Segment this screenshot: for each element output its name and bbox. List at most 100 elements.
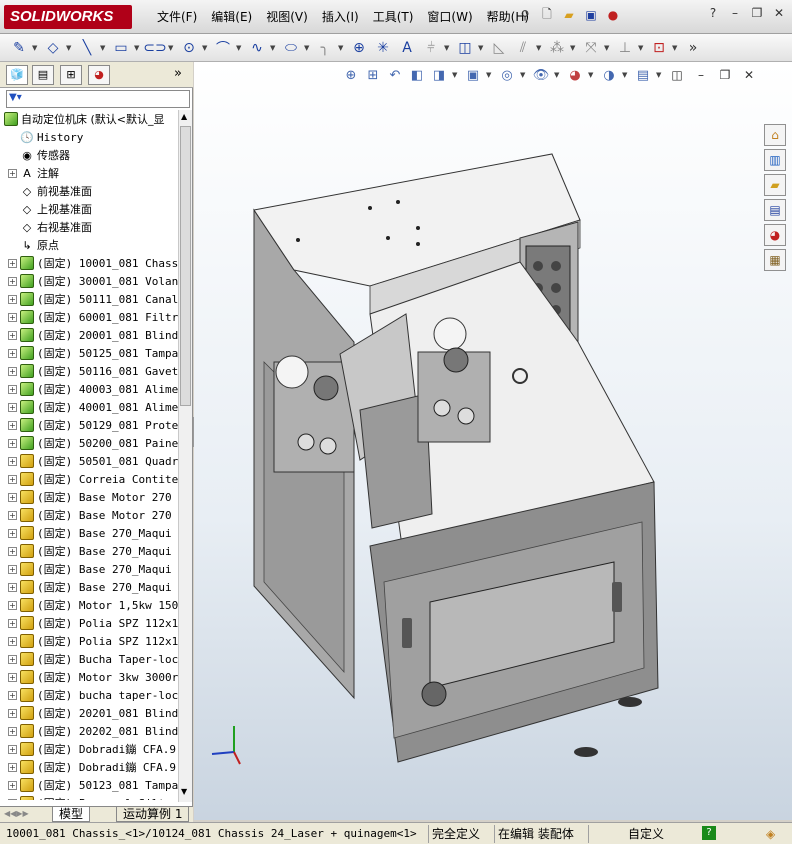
tree-item[interactable]: + (固定) Base 270_Maqui	[0, 578, 178, 596]
menu-edit[interactable]: 编辑(E)	[204, 8, 259, 26]
tree-item[interactable]: + (固定) 50111_081 Canal	[0, 290, 178, 308]
chevron-down-icon[interactable]: ▼	[338, 44, 346, 52]
expand-icon[interactable]: +	[8, 456, 17, 466]
smart-dimension-icon[interactable]: ◇	[42, 37, 64, 59]
chevron-down-icon[interactable]: ▼	[66, 44, 74, 52]
expand-icon[interactable]: +	[8, 312, 17, 322]
expand-icon[interactable]: +	[8, 258, 17, 268]
view-palette-icon[interactable]: ▤	[764, 199, 786, 221]
tree-item[interactable]: + (固定) P......l Silt	[0, 794, 178, 800]
feature-tree-tab-icon[interactable]: 🧊	[6, 65, 28, 85]
tree-scrollbar[interactable]: ▲ ▼	[178, 110, 192, 802]
expand-icon[interactable]: +	[8, 582, 17, 592]
expand-icon[interactable]: +	[8, 294, 17, 304]
scroll-down-icon[interactable]: ▼	[181, 787, 187, 796]
tree-item[interactable]: + (固定) Dobradi鏰 CFA.9	[0, 758, 178, 776]
more-tools-icon[interactable]: »	[682, 37, 704, 59]
trim-icon[interactable]: ⫩	[420, 37, 442, 59]
offset-icon[interactable]: ◺	[488, 37, 510, 59]
chevron-down-icon[interactable]: ▼	[134, 44, 142, 52]
scroll-thumb[interactable]	[180, 126, 191, 406]
status-custom-units[interactable]: 自定义	[628, 826, 664, 842]
expand-icon[interactable]: +	[8, 654, 17, 664]
move-entities-icon[interactable]: ⤧	[580, 37, 602, 59]
text-icon[interactable]: A	[396, 37, 418, 59]
tree-item[interactable]: + (固定) Bucha Taper-lock	[0, 650, 178, 668]
expand-icon[interactable]: +	[8, 438, 17, 448]
property-manager-tab-icon[interactable]: ▤	[32, 65, 54, 85]
expand-icon[interactable]: +	[8, 564, 17, 574]
open-icon[interactable]: ▰	[560, 6, 578, 24]
expand-icon[interactable]: +	[8, 690, 17, 700]
expand-icon[interactable]: +	[8, 330, 17, 340]
expand-icon[interactable]: +	[8, 726, 17, 736]
traffic-light-icon[interactable]: ●	[604, 6, 622, 24]
tree-item[interactable]: + (固定) 20202_081 Blind	[0, 722, 178, 740]
chevron-down-icon[interactable]: ▼	[672, 44, 680, 52]
expand-icon[interactable]: +	[8, 600, 17, 610]
tree-item[interactable]: + (固定) 50125_081 Tampa	[0, 344, 178, 362]
custom-properties-icon[interactable]: ▦	[764, 249, 786, 271]
save-icon[interactable]: ▣	[582, 6, 600, 24]
tree-root[interactable]: 自动定位机床 (默认<默认_显	[0, 110, 178, 128]
mirror-icon[interactable]: ⫽	[512, 37, 534, 59]
chevron-down-icon[interactable]: ▼	[270, 44, 278, 52]
file-explorer-icon[interactable]: ▰	[764, 174, 786, 196]
sketch-icon[interactable]: ✎	[8, 37, 30, 59]
tree-item[interactable]: + (固定) 50501_081 Quadr	[0, 452, 178, 470]
expand-icon[interactable]: +	[8, 636, 17, 646]
tree-item[interactable]: + (固定) Motor 3kw 3000rp	[0, 668, 178, 686]
centerline-icon[interactable]: ✳	[372, 37, 394, 59]
expand-icon[interactable]: +	[8, 744, 17, 754]
arc-icon[interactable]: ⌒	[212, 37, 234, 59]
tree-item[interactable]: + (固定) Base Motor 270	[0, 506, 178, 524]
home-icon[interactable]: ⌂	[764, 124, 786, 146]
tab-scroll-icon[interactable]: ◀◀▶▶	[4, 809, 29, 818]
chevron-down-icon[interactable]: ▼	[100, 44, 108, 52]
rectangle-icon[interactable]: ▭	[110, 37, 132, 59]
relations-icon[interactable]: ⊥	[614, 37, 636, 59]
tree-item[interactable]: + (固定) bucha taper-lock	[0, 686, 178, 704]
expand-icon[interactable]: +	[8, 276, 17, 286]
expand-icon[interactable]: +	[8, 492, 17, 502]
chevron-down-icon[interactable]: ▼	[444, 44, 452, 52]
tree-item[interactable]: + (固定) Base 270_Maqui	[0, 542, 178, 560]
spline-icon[interactable]: ∿	[246, 37, 268, 59]
chevron-down-icon[interactable]: ▼	[168, 44, 176, 52]
tree-item[interactable]: 🕓 History	[0, 128, 178, 146]
chevron-down-icon[interactable]: ▼	[32, 44, 40, 52]
tree-item[interactable]: + (固定) 50123_081 Tampa	[0, 776, 178, 794]
expand-icon[interactable]: +	[8, 474, 17, 484]
tree-item[interactable]: + (固定) Correia Contite	[0, 470, 178, 488]
tree-item[interactable]: ↳ 原点	[0, 236, 178, 254]
circle-icon[interactable]: ⊙	[178, 37, 200, 59]
minimize-icon[interactable]: –	[728, 6, 742, 20]
chevron-down-icon[interactable]: ▼	[638, 44, 646, 52]
menu-file[interactable]: 文件(F)	[150, 8, 204, 26]
tree-item[interactable]: + (固定) Base Motor 270	[0, 488, 178, 506]
design-library-icon[interactable]: ▥	[764, 149, 786, 171]
display-manager-tab-icon[interactable]: ◕	[88, 65, 110, 85]
tree-item[interactable]: + (固定) 50200_081 Paine	[0, 434, 178, 452]
pin-icon[interactable]: ⚲	[516, 6, 534, 24]
tree-item[interactable]: + (固定) Dobradi鏰 CFA.9	[0, 740, 178, 758]
expand-icon[interactable]: +	[8, 528, 17, 538]
tree-item[interactable]: ◇ 上视基准面	[0, 200, 178, 218]
chevron-down-icon[interactable]: ▼	[236, 44, 244, 52]
chevron-down-icon[interactable]: ▼	[604, 44, 612, 52]
menu-insert[interactable]: 插入(I)	[315, 8, 366, 26]
expand-icon[interactable]: +	[8, 798, 17, 800]
fillet-icon[interactable]: ╮	[314, 37, 336, 59]
tree-item[interactable]: + (固定) 60001_081 Filtr	[0, 308, 178, 326]
expand-icon[interactable]: +	[8, 546, 17, 556]
tree-item[interactable]: + (固定) 50129_081 Prote	[0, 416, 178, 434]
convert-entities-icon[interactable]: ◫	[454, 37, 476, 59]
expand-icon[interactable]: +	[8, 348, 17, 358]
tree-item[interactable]: + (固定) 10001_081 Chass	[0, 254, 178, 272]
configuration-tab-icon[interactable]: ⊞	[60, 65, 82, 85]
tag-icon[interactable]: ◈	[766, 826, 775, 842]
expand-icon[interactable]: +	[8, 366, 17, 376]
expand-icon[interactable]: +	[8, 672, 17, 682]
chevron-down-icon[interactable]: ▼	[570, 44, 578, 52]
point-icon[interactable]: ⊕	[348, 37, 370, 59]
